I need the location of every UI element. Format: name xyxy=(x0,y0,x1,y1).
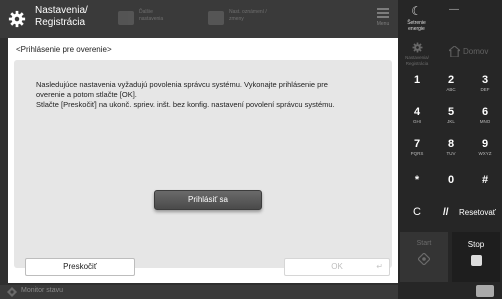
login-button[interactable]: Prihlásiť sa xyxy=(154,190,262,210)
key-letters: WXYZ xyxy=(478,151,492,156)
key-digit: 8 xyxy=(447,138,455,150)
key-letters: JKL xyxy=(447,119,455,124)
key-digit: 5 xyxy=(447,106,455,118)
key-digit: 9 xyxy=(481,138,489,150)
shortcut-icon xyxy=(208,11,224,25)
key-digit: 1 xyxy=(413,74,421,86)
id-lock-icon[interactable] xyxy=(476,285,494,297)
key-digit: 4 xyxy=(413,106,421,118)
reset-icon: // xyxy=(443,207,449,218)
main-panel: <Prihlásenie pre overenie> Nasledujúce n… xyxy=(8,38,398,283)
key-4[interactable]: 4 GHI xyxy=(400,101,434,133)
key-clear[interactable]: C xyxy=(400,197,434,229)
skip-button[interactable]: Preskočiť xyxy=(25,258,135,276)
status-bar[interactable]: Monitor stavu xyxy=(0,285,398,299)
settings-label: Nastavenia/ Registrácia xyxy=(405,55,429,66)
gear-icon xyxy=(8,10,26,28)
home-icon xyxy=(449,46,460,57)
action-row: Preskočiť OK ↵ xyxy=(8,258,398,283)
key-letters: MNO xyxy=(479,119,491,124)
key-symbol: C xyxy=(413,206,421,218)
key-letters: GHI xyxy=(412,119,421,124)
key-digit: 0 xyxy=(447,174,455,186)
key-letters: DEF xyxy=(480,87,490,92)
key-digit: 6 xyxy=(481,106,489,118)
shortcut-icon xyxy=(118,11,134,25)
shortcut-label: Ďalšie nastavenia xyxy=(139,9,164,22)
section-heading: <Prihlásenie pre overenie> xyxy=(16,45,112,54)
status-monitor-label: Monitor stavu xyxy=(21,287,64,294)
key-digit: 3 xyxy=(481,74,489,86)
stop-icon xyxy=(470,255,482,266)
energy-saver-button[interactable]: ☾ Šetrenie energie xyxy=(400,2,433,36)
key-symbol: # xyxy=(481,174,489,186)
enter-icon: ↵ xyxy=(376,262,383,271)
start-icon xyxy=(418,253,430,265)
key-symbol: * xyxy=(414,174,420,186)
instruction-line: Stlačte [Preskočiť] na ukonč. spriev. in… xyxy=(36,100,335,109)
ok-label: OK xyxy=(331,262,343,271)
key-0[interactable]: 0 xyxy=(434,165,468,197)
key-letters: TUV xyxy=(446,151,456,156)
menu-icon xyxy=(377,8,389,18)
home-label: Domov xyxy=(463,47,489,56)
menu-label: Menu xyxy=(376,21,390,27)
reset-button[interactable]: // Resetovať xyxy=(435,197,502,229)
shortcut-label: Nast. oznámení / zmeny xyxy=(229,9,267,22)
instruction-line: overenie a potom stlačte [OK]. xyxy=(36,90,137,99)
moon-icon: ☾ xyxy=(411,4,422,18)
stop-button[interactable]: Stop xyxy=(452,232,500,282)
key-5[interactable]: 5 JKL xyxy=(434,101,468,133)
top-bar: Nastavenia/ Registrácia Ďalšie nastaveni… xyxy=(0,0,398,38)
key-6[interactable]: 6 MNO xyxy=(468,101,502,133)
key-digit: 7 xyxy=(413,138,421,150)
stop-label: Stop xyxy=(467,240,485,249)
key-3[interactable]: 3 DEF xyxy=(468,69,502,101)
instruction-line: Nasledujúce nastavenia vyžadujú povoleni… xyxy=(36,80,328,89)
page-title: Nastavenia/ Registrácia xyxy=(35,5,88,28)
key-letters: PQRS xyxy=(410,151,424,156)
start-button[interactable]: Start xyxy=(400,232,448,282)
reset-label: Resetovať xyxy=(459,208,496,217)
shortcut-button-other-settings[interactable]: Ďalšie nastavenia xyxy=(118,6,198,32)
key-asterisk[interactable]: * xyxy=(400,165,434,197)
dash-button[interactable]: — xyxy=(440,4,468,28)
key-hash[interactable]: # xyxy=(468,165,502,197)
shortcut-button-notifications[interactable]: Nast. oznámení / zmeny xyxy=(208,6,298,32)
key-7[interactable]: 7 PQRS xyxy=(400,133,434,165)
gear-icon xyxy=(412,42,422,53)
status-monitor-icon xyxy=(7,287,17,297)
message-box: Nasledujúce nastavenia vyžadujú povoleni… xyxy=(14,60,392,268)
key-8[interactable]: 8 TUV xyxy=(434,133,468,165)
instruction-text: Nasledujúce nastavenia vyžadujú povoleni… xyxy=(36,80,381,110)
key-1[interactable]: 1 xyxy=(400,69,434,101)
key-letters: ABC xyxy=(446,87,456,92)
home-button[interactable]: Domov xyxy=(442,40,500,64)
key-9[interactable]: 9 WXYZ xyxy=(468,133,502,165)
ok-button[interactable]: OK ↵ xyxy=(284,258,390,276)
key-digit: 2 xyxy=(447,74,455,86)
key-2[interactable]: 2 ABC xyxy=(434,69,468,101)
start-label: Start xyxy=(416,240,432,247)
energy-saver-label: Šetrenie energie xyxy=(407,20,426,32)
menu-button[interactable]: Menu xyxy=(370,2,396,34)
